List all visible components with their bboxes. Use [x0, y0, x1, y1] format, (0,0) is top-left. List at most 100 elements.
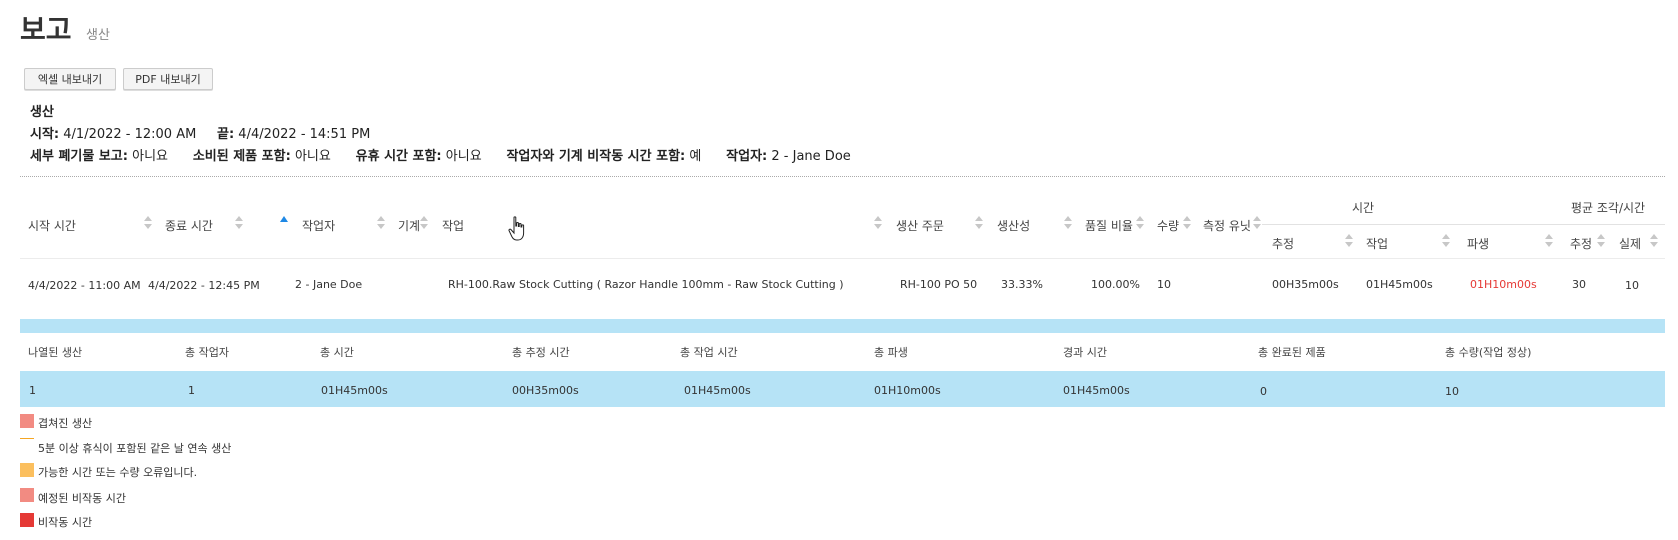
- summary-value-operators: 1: [188, 384, 195, 397]
- date-range: 시작: 4/1/2022 - 12:00 AM 끝: 4/4/2022 - 14…: [30, 123, 370, 142]
- sort-work-icon[interactable]: [1442, 234, 1450, 248]
- col-operator[interactable]: 작업자: [302, 217, 335, 234]
- hand-cursor-icon: [508, 216, 525, 241]
- end-label: 끝:: [216, 127, 235, 142]
- report-options: 세부 폐기물 보고: 아니요 소비된 제품 포함: 아니요 유휴 시간 포함: …: [30, 145, 851, 164]
- detail-scrap-label: 세부 폐기물 보고:: [30, 149, 128, 164]
- col-avg-est[interactable]: 추정: [1570, 235, 1592, 252]
- operator-label: 작업자:: [726, 149, 768, 164]
- group-header-avg: 평균 조각/시간: [1571, 201, 1646, 215]
- report-heading: 생산: [30, 105, 54, 120]
- col-order[interactable]: 생산 주문: [896, 217, 944, 234]
- sort-derived-icon[interactable]: [1545, 234, 1553, 248]
- summary-value-est-time: 00H35m00s: [512, 384, 579, 397]
- col-job[interactable]: 작업: [442, 217, 464, 234]
- detail-scrap-value: 아니요: [132, 149, 169, 164]
- idle-value: 아니요: [445, 149, 482, 164]
- export-excel-button[interactable]: 엑셀 내보내기: [24, 68, 116, 90]
- col-start-time[interactable]: 시작 시간: [28, 217, 76, 234]
- col-unit[interactable]: 측정 유닛: [1203, 217, 1251, 234]
- cell-end-time: 4/4/2022 - 12:45 PM: [148, 279, 260, 292]
- cell-quantity: 10: [1157, 278, 1171, 291]
- cell-order: RH-100 PO 50: [900, 278, 978, 291]
- sort-productivity-icon[interactable]: [1064, 216, 1072, 230]
- summary-header-listed: 나열된 생산: [28, 346, 83, 359]
- cell-job: RH-100.Raw Stock Cutting ( Razor Handle …: [448, 278, 844, 291]
- sort-end-time-icon[interactable]: [235, 216, 243, 230]
- sort-quantity-icon[interactable]: [1183, 216, 1191, 230]
- section-separator: [20, 319, 1665, 333]
- col-derived[interactable]: 파생: [1467, 235, 1489, 252]
- summary-header-derived: 총 파생: [874, 346, 908, 359]
- start-value: 4/1/2022 - 12:00 AM: [63, 127, 197, 142]
- col-work[interactable]: 작업: [1366, 235, 1388, 252]
- sort-job-icon[interactable]: [874, 216, 882, 230]
- group-header-divider: [1262, 224, 1665, 225]
- sort-machine-icon[interactable]: [420, 216, 428, 230]
- cell-productivity: 33.33%: [1001, 278, 1043, 291]
- col-avg-actual[interactable]: 실제: [1619, 235, 1641, 252]
- legend-label-downtime: 비작동 시간: [38, 516, 93, 529]
- export-pdf-button[interactable]: PDF 내보내기: [123, 68, 213, 90]
- summary-value-work-time: 01H45m00s: [684, 384, 751, 397]
- legend-label-consecutive: 5분 이상 휴식이 포함된 같은 날 연속 생산: [38, 442, 232, 455]
- legend-line-consecutive: [20, 438, 34, 439]
- legend-label-error: 가능한 시간 또는 수량 오류입니다.: [38, 466, 198, 479]
- downtime-value: 예: [689, 149, 702, 164]
- header-bottom-divider: [20, 258, 1665, 259]
- summary-header-operators: 총 작업자: [185, 346, 229, 359]
- col-productivity[interactable]: 생산성: [997, 217, 1030, 234]
- downtime-label: 작업자와 기계 비작동 시간 포함:: [506, 149, 686, 164]
- col-est[interactable]: 추정: [1272, 235, 1294, 252]
- legend-swatch-downtime: [20, 513, 34, 527]
- sort-asc-operator-icon[interactable]: [280, 216, 288, 222]
- sort-quality-icon[interactable]: [1136, 216, 1144, 230]
- sort-unit-icon[interactable]: [1253, 216, 1261, 230]
- group-header-time: 시간: [1352, 201, 1375, 215]
- cell-avg-est: 30: [1572, 278, 1586, 291]
- sort-est-icon[interactable]: [1345, 234, 1353, 248]
- summary-header-work-time: 총 작업 시간: [680, 346, 738, 359]
- end-value: 4/4/2022 - 14:51 PM: [238, 127, 371, 142]
- consumed-label: 소비된 제품 포함:: [192, 149, 291, 164]
- col-quantity[interactable]: 수량: [1157, 217, 1179, 234]
- legend-label-overlap: 겹쳐진 생산: [38, 417, 93, 430]
- sort-avg-actual-icon[interactable]: [1650, 234, 1658, 248]
- summary-header-completed: 총 완료된 제품: [1258, 346, 1326, 359]
- cell-work: 01H45m00s: [1366, 278, 1433, 291]
- col-quality[interactable]: 품질 비율: [1085, 217, 1133, 234]
- summary-value-listed: 1: [29, 384, 36, 397]
- consumed-value: 아니요: [294, 149, 331, 164]
- summary-header-elapsed: 경과 시간: [1063, 346, 1107, 359]
- sort-start-time-icon[interactable]: [144, 216, 152, 230]
- sort-operator-icon[interactable]: [377, 216, 385, 230]
- idle-label: 유휴 시간 포함:: [355, 149, 442, 164]
- summary-header-est-time: 총 추정 시간: [512, 346, 570, 359]
- summary-value-derived: 01H10m00s: [874, 384, 941, 397]
- cell-start-time: 4/4/2022 - 11:00 AM: [28, 279, 141, 292]
- page-subtitle: 생산: [86, 28, 110, 43]
- cell-operator: 2 - Jane Doe: [295, 278, 363, 291]
- col-machine[interactable]: 기계: [398, 217, 420, 234]
- summary-header-total-time: 총 시간: [320, 346, 354, 359]
- summary-value-completed: 0: [1260, 385, 1267, 398]
- summary-header-quantity: 총 수량(작업 정상): [1445, 346, 1532, 359]
- legend-swatch-overlap: [20, 414, 34, 428]
- cell-derived: 01H10m00s: [1470, 278, 1537, 291]
- summary-value-total-time: 01H45m00s: [321, 384, 388, 397]
- cell-est: 00H35m00s: [1272, 278, 1339, 291]
- operator-value: 2 - Jane Doe: [771, 149, 851, 164]
- cell-quality: 100.00%: [1091, 278, 1140, 291]
- legend-swatch-planned-downtime: [20, 488, 34, 502]
- summary-row: 1 1 01H45m00s 00H35m00s 01H45m00s 01H10m…: [20, 371, 1665, 407]
- cell-avg-actual: 10: [1625, 279, 1639, 292]
- sort-avg-est-icon[interactable]: [1597, 234, 1605, 248]
- summary-value-elapsed: 01H45m00s: [1063, 384, 1130, 397]
- legend-label-planned-downtime: 예정된 비작동 시간: [38, 492, 126, 505]
- sort-order-icon[interactable]: [975, 216, 983, 230]
- col-end-time[interactable]: 종료 시간: [165, 217, 213, 234]
- summary-value-quantity: 10: [1445, 385, 1459, 398]
- page-title: 보고: [20, 13, 72, 46]
- start-label: 시작:: [30, 127, 60, 142]
- divider: [20, 176, 1665, 177]
